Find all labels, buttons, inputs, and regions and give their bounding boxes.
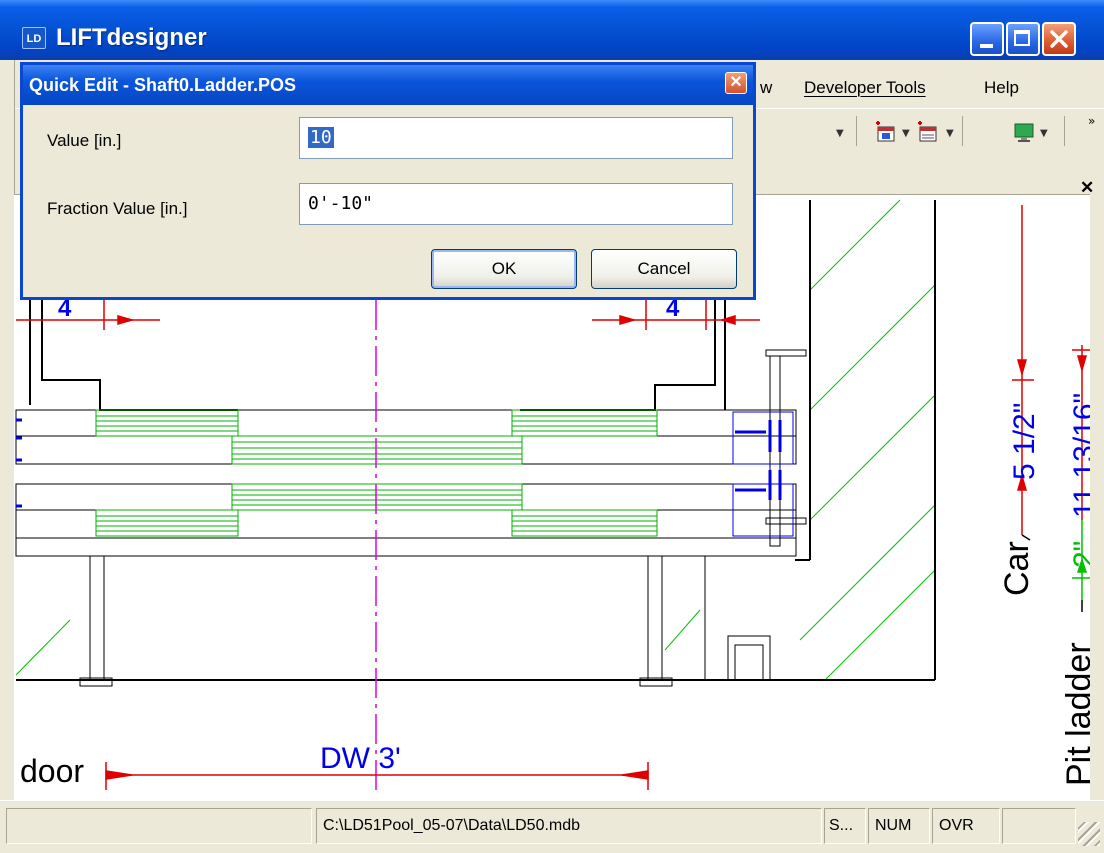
maximize-icon xyxy=(1014,30,1030,46)
close-icon: ✕ xyxy=(729,74,743,91)
status-ovr: OVR xyxy=(932,808,1000,844)
toolbar-overflow-icon[interactable]: » xyxy=(1088,114,1095,128)
maximize-button[interactable] xyxy=(1006,22,1040,56)
status-pane-message xyxy=(6,808,312,844)
insert-table-dropdown[interactable]: ▼ xyxy=(902,128,910,139)
combo-dropdown-arrow[interactable]: ▼ xyxy=(836,128,844,139)
fraction-value-input[interactable]: 0'-10" xyxy=(299,183,733,225)
car-label: Car xyxy=(998,541,1036,596)
resize-grip[interactable] xyxy=(1078,822,1100,846)
pit-dimension-top-text: 11 13/16" xyxy=(1068,393,1090,518)
value-label: Value [in.] xyxy=(47,131,122,150)
status-num: NUM xyxy=(868,808,930,844)
door-width-label: DW 3' xyxy=(320,742,401,775)
app-logo-icon: LD xyxy=(22,27,46,49)
close-icon xyxy=(1050,30,1068,48)
pit-dimension-bottom-text: 2" xyxy=(1068,541,1090,568)
toolbar-separator xyxy=(1064,116,1065,146)
fraction-value-label: Fraction Value [in.] xyxy=(47,199,188,218)
cancel-button[interactable]: Cancel xyxy=(591,249,737,289)
ok-button[interactable]: OK xyxy=(431,249,577,289)
menu-help[interactable]: Help xyxy=(984,78,1019,98)
window-title: LIFTdesigner xyxy=(56,24,207,51)
quick-edit-dialog: Quick Edit - Shaft0.Ladder.POS ✕ Value [… xyxy=(20,62,756,300)
dialog-close-button[interactable]: ✕ xyxy=(725,72,747,94)
status-path: C:\LD51Pool_05-07\Data\LD50.mdb xyxy=(316,808,822,844)
insert-rows-dropdown[interactable]: ▼ xyxy=(946,128,954,139)
monitor-dropdown[interactable]: ▼ xyxy=(1040,128,1048,139)
value-input[interactable]: 10 xyxy=(299,117,733,159)
insert-rows-icon[interactable] xyxy=(916,121,940,143)
value-input-text: 10 xyxy=(308,127,334,148)
status-pane-s: S... xyxy=(824,808,866,844)
toolbar-separator xyxy=(856,116,857,146)
toolbar-separator xyxy=(962,116,963,146)
close-window-button[interactable] xyxy=(1042,22,1076,56)
minimize-icon xyxy=(980,44,993,48)
pit-ladder-label: Pit ladder xyxy=(1060,642,1090,786)
menu-developer-tools[interactable]: Developer Tools xyxy=(804,78,926,98)
insert-table-icon[interactable] xyxy=(874,121,898,143)
dialog-title: Quick Edit - Shaft0.Ladder.POS xyxy=(29,75,297,95)
minimize-button[interactable] xyxy=(970,22,1004,56)
status-pane-empty xyxy=(1002,808,1076,844)
left-frame xyxy=(0,60,15,800)
door-label: door xyxy=(20,753,84,789)
menu-view[interactable]: w xyxy=(760,78,772,98)
right-frame xyxy=(1090,194,1104,800)
monitor-icon[interactable] xyxy=(1012,121,1036,143)
car-dimension-text: 5 1/2" xyxy=(1008,403,1041,480)
